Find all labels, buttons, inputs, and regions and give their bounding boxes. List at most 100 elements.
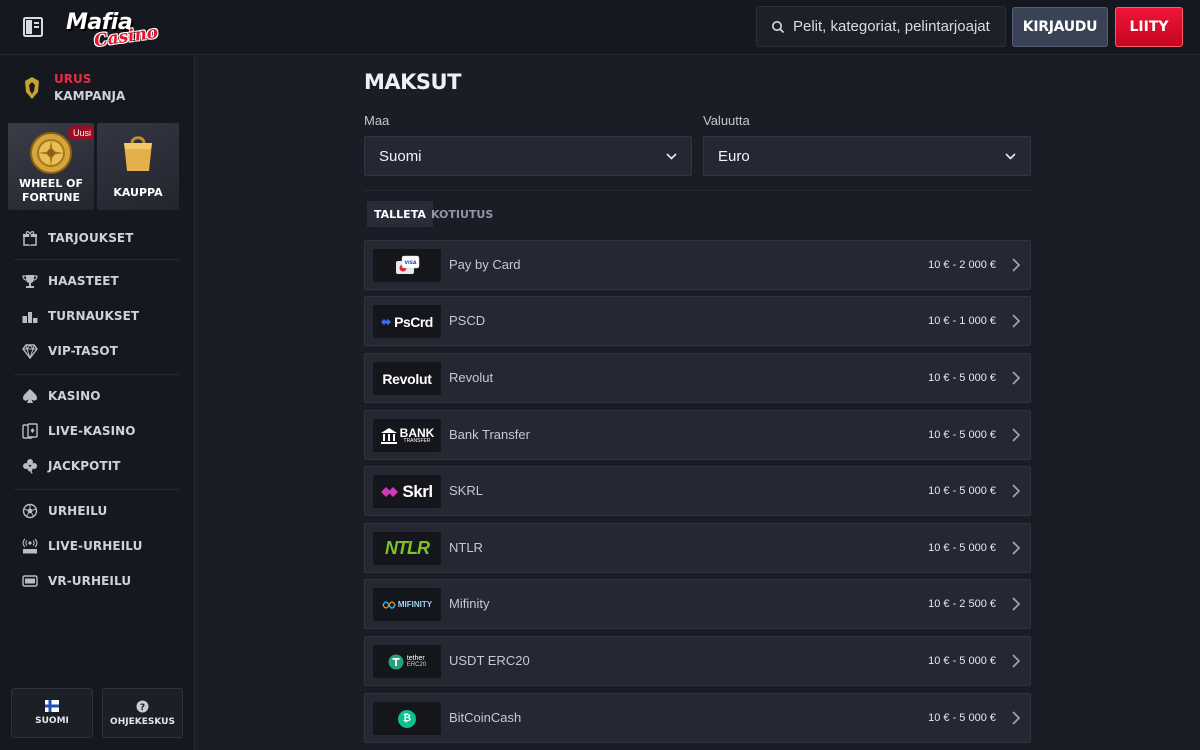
payment-method-limits: 10 € - 2 000 € bbox=[928, 259, 996, 271]
campaign-link[interactable]: URUS KAMPANJA bbox=[22, 71, 125, 105]
payment-method-limits: 10 € - 5 000 € bbox=[928, 372, 996, 384]
payment-method-row[interactable]: VISA Pay by Card 10 € - 2 000 € bbox=[364, 240, 1031, 290]
diamond-icon bbox=[22, 343, 38, 359]
svg-text:VISA: VISA bbox=[405, 260, 417, 266]
sidebar-toggle-icon[interactable] bbox=[22, 16, 44, 38]
payment-method-row[interactable]: MIFINITY Mifinity 10 € - 2 500 € bbox=[364, 579, 1031, 629]
help-center-button[interactable]: ? OHJEKESKUS bbox=[102, 688, 183, 738]
sidebar-divider bbox=[14, 374, 180, 375]
payment-method-row[interactable]: ₿ BitCoinCash 10 € - 5 000 € bbox=[364, 693, 1031, 743]
cards-icon bbox=[22, 423, 38, 439]
payment-method-limits: 10 € - 5 000 € bbox=[928, 485, 996, 497]
site-logo[interactable]: Mafia Casino bbox=[64, 8, 160, 51]
chevron-down-icon bbox=[1005, 152, 1016, 160]
sidebar-item-vr-urheilu[interactable]: VR-URHEILU bbox=[22, 571, 131, 591]
payment-method-name: Mifinity bbox=[449, 596, 490, 611]
vr-icon bbox=[22, 573, 38, 589]
payment-method-name: NTLR bbox=[449, 540, 483, 555]
country-value: Suomi bbox=[379, 147, 422, 165]
revolut-logo: Revolut bbox=[373, 362, 441, 395]
chevron-right-icon bbox=[1012, 314, 1020, 328]
sidebar-item-haasteet[interactable]: HAASTEET bbox=[22, 271, 119, 291]
chevron-right-icon bbox=[1012, 428, 1020, 442]
payment-method-limits: 10 € - 5 000 € bbox=[928, 712, 996, 724]
payment-method-row[interactable]: BANK TRANSFER Bank Transfer 10 € - 5 000… bbox=[364, 410, 1031, 460]
currency-select[interactable]: Euro bbox=[703, 136, 1031, 176]
sidebar-item-label: VIP-TASOT bbox=[48, 344, 119, 358]
campaign-subtitle: KAMPANJA bbox=[54, 89, 126, 103]
shopping-bag-icon bbox=[124, 136, 152, 171]
page-title: MAKSUT bbox=[364, 70, 461, 94]
currency-label: Valuutta bbox=[703, 113, 750, 128]
sidebar-divider bbox=[14, 489, 180, 490]
currency-value: Euro bbox=[718, 147, 750, 165]
sidebar-item-label: JACKPOTIT bbox=[48, 459, 121, 473]
ball-icon bbox=[22, 503, 38, 519]
live-icon bbox=[22, 538, 38, 554]
payment-method-limits: 10 € - 5 000 € bbox=[928, 429, 996, 441]
wheel-of-fortune-card[interactable]: Uusi WHEEL OF FORTUNE bbox=[8, 123, 94, 210]
shop-card[interactable]: KAUPPA bbox=[97, 123, 179, 210]
search-icon bbox=[772, 20, 785, 33]
sidebar: URUS KAMPANJA Uusi WHEEL OF FORTUNE KAUP… bbox=[0, 55, 195, 750]
chevron-right-icon bbox=[1012, 654, 1020, 668]
sidebar-item-turnaukset[interactable]: TURNAUKSET bbox=[22, 306, 139, 326]
chevron-right-icon bbox=[1012, 597, 1020, 611]
country-label: Maa bbox=[364, 113, 390, 128]
payment-method-name: Bank Transfer bbox=[449, 427, 530, 442]
payment-method-limits: 10 € - 5 000 € bbox=[928, 655, 996, 667]
payment-method-row[interactable]: tether ERC20 USDT ERC20 10 € - 5 000 € bbox=[364, 636, 1031, 686]
clover-icon bbox=[22, 458, 38, 474]
sidebar-item-jackpotit[interactable]: JACKPOTIT bbox=[22, 456, 121, 476]
payment-method-name: USDT ERC20 bbox=[449, 653, 530, 668]
payment-method-limits: 10 € - 1 000 € bbox=[928, 315, 996, 327]
sidebar-item-live-kasino[interactable]: LIVE-KASINO bbox=[22, 421, 136, 441]
sidebar-item-label: LIVE-URHEILU bbox=[48, 539, 143, 553]
payment-method-name: BitCoinCash bbox=[449, 710, 522, 725]
help-center-label: OHJEKESKUS bbox=[110, 716, 175, 727]
payment-method-row[interactable]: Skrl SKRL 10 € - 5 000 € bbox=[364, 466, 1031, 516]
chevron-right-icon bbox=[1012, 711, 1020, 725]
login-button[interactable]: KIRJAUDU bbox=[1012, 7, 1108, 47]
sidebar-item-live-urheilu[interactable]: LIVE-URHEILU bbox=[22, 536, 142, 556]
finland-flag-icon bbox=[45, 700, 59, 712]
payment-method-limits: 10 € - 2 500 € bbox=[928, 598, 996, 610]
country-select[interactable]: Suomi bbox=[364, 136, 692, 176]
help-icon: ? bbox=[136, 700, 149, 713]
mifinity-logo: MIFINITY bbox=[373, 588, 441, 621]
bull-icon bbox=[25, 77, 39, 99]
chevron-right-icon bbox=[1012, 484, 1020, 498]
payment-method-row[interactable]: Revolut Revolut 10 € - 5 000 € bbox=[364, 353, 1031, 403]
payment-method-row[interactable]: PsCrd PSCD 10 € - 1 000 € bbox=[364, 296, 1031, 346]
section-divider bbox=[364, 190, 1031, 191]
sidebar-item-urheilu[interactable]: URHEILU bbox=[22, 501, 107, 521]
join-button[interactable]: LIITY bbox=[1115, 7, 1183, 47]
payment-method-name: PSCD bbox=[449, 313, 486, 328]
sidebar-item-tarjoukset[interactable]: TARJOUKSET bbox=[22, 228, 134, 248]
tab-deposit[interactable]: TALLETA bbox=[367, 201, 433, 227]
payment-method-name: Pay by Card bbox=[449, 257, 521, 272]
language-button[interactable]: SUOMI bbox=[11, 688, 93, 738]
chevron-down-icon bbox=[666, 152, 677, 160]
search-input[interactable]: Pelit, kategoriat, pelintarjoajat bbox=[756, 6, 1006, 47]
sidebar-item-label: HAASTEET bbox=[48, 274, 119, 288]
sidebar-item-kasino[interactable]: KASINO bbox=[22, 386, 101, 406]
wheel-icon bbox=[30, 132, 72, 174]
bitcoincash-logo: ₿ bbox=[373, 702, 441, 735]
sidebar-item-label: KASINO bbox=[48, 389, 101, 403]
sidebar-item-vip-tasot[interactable]: VIP-TASOT bbox=[22, 341, 118, 361]
trophy-icon bbox=[22, 273, 38, 289]
spade-icon bbox=[22, 388, 38, 404]
language-label: SUOMI bbox=[35, 716, 69, 726]
tab-withdraw[interactable]: KOTIUTUS bbox=[424, 201, 500, 227]
chevron-right-icon bbox=[1012, 541, 1020, 555]
ntlr-logo: NTLR bbox=[373, 532, 441, 565]
bank-transfer-logo: BANK TRANSFER bbox=[373, 419, 441, 452]
payment-method-limits: 10 € - 5 000 € bbox=[928, 542, 996, 554]
top-header: Mafia Casino Pelit, kategoriat, pelintar… bbox=[0, 0, 1200, 55]
payment-method-name: Revolut bbox=[449, 370, 494, 385]
shop-label: KAUPPA bbox=[113, 186, 163, 199]
sidebar-item-label: VR-URHEILU bbox=[48, 574, 132, 588]
payment-method-row[interactable]: NTLR NTLR 10 € - 5 000 € bbox=[364, 523, 1031, 573]
new-badge: Uusi bbox=[68, 126, 94, 140]
